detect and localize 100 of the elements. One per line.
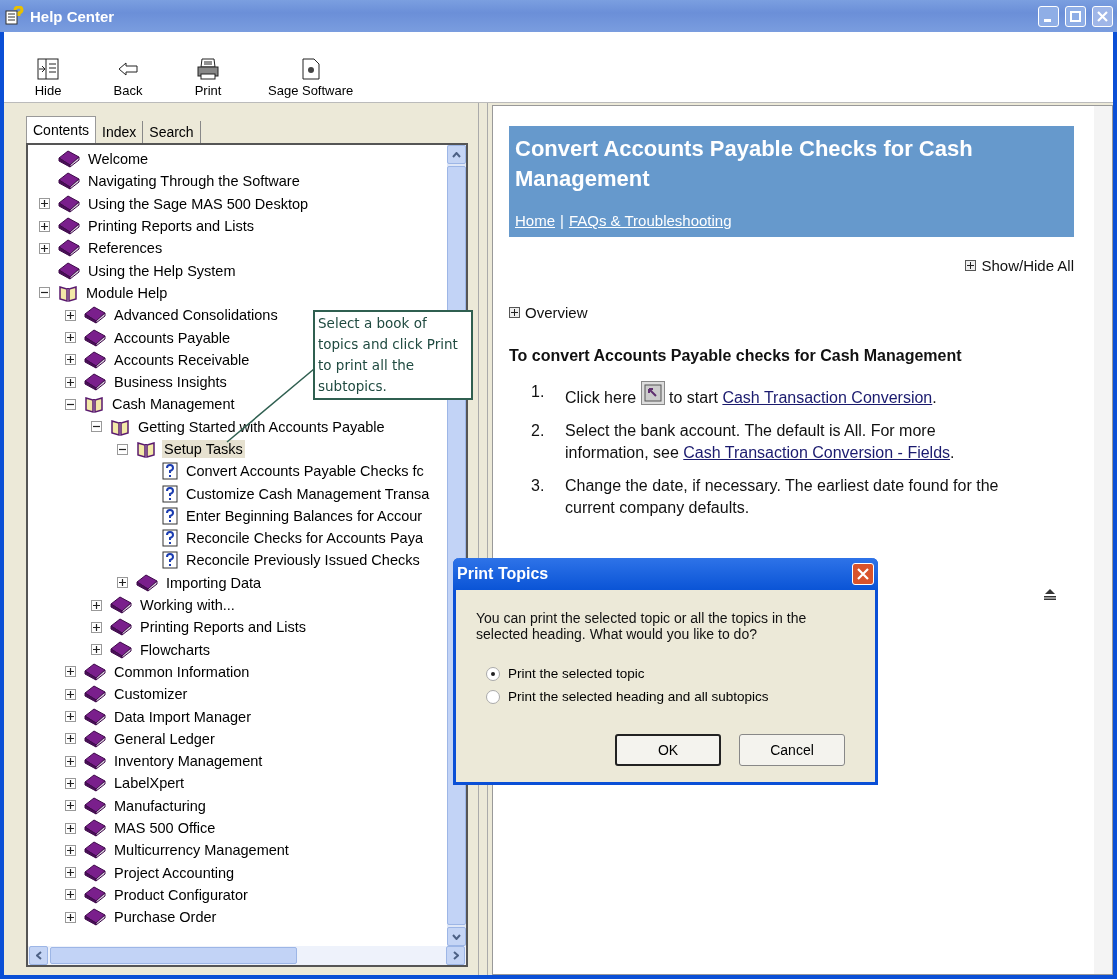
expand-icon[interactable] (65, 777, 76, 789)
expand-icon[interactable] (65, 309, 76, 321)
radio-option[interactable]: Print the selected topic (486, 666, 645, 681)
tree-item[interactable]: Using the Help System (86, 261, 238, 280)
tree-item[interactable]: Manufacturing (112, 796, 208, 815)
expand-icon[interactable] (65, 800, 76, 812)
expand-icon[interactable] (91, 644, 102, 656)
help-page-icon (162, 462, 178, 481)
document-icon (301, 58, 320, 80)
shortcut-button[interactable] (640, 381, 665, 405)
expand-icon[interactable] (65, 354, 76, 366)
expand-icon[interactable] (509, 307, 520, 318)
tree-item[interactable]: Module Help (84, 283, 170, 302)
tree-item[interactable]: Printing Reports and Lists (86, 217, 257, 236)
tree-item[interactable]: Common Information (112, 662, 252, 681)
tree-item[interactable]: Multicurrency Management (112, 841, 291, 860)
toolbar-button[interactable]: Sage Software (268, 58, 354, 98)
expand-icon[interactable] (65, 822, 76, 834)
expand-icon[interactable] (65, 666, 76, 678)
book-icon (58, 150, 80, 169)
tree-item[interactable]: Importing Data (164, 573, 264, 592)
collapse-icon[interactable] (65, 398, 76, 410)
toolbar-button[interactable]: Hide (28, 58, 68, 98)
collapse-icon[interactable] (117, 443, 128, 455)
dialog-button[interactable]: Cancel (739, 734, 845, 766)
expand-icon[interactable] (39, 198, 50, 210)
tree-item[interactable]: Project Accounting (112, 863, 237, 882)
collapse-icon[interactable] (91, 421, 102, 433)
open-book-icon (84, 395, 104, 414)
expand-icon[interactable] (39, 220, 50, 232)
toolbar-button[interactable]: Back (108, 58, 148, 98)
minimize-button[interactable] (1038, 5, 1059, 27)
tab[interactable]: Contents (26, 116, 97, 143)
scroll-left-icon[interactable] (35, 951, 42, 960)
tree-item[interactable]: Welcome (86, 150, 151, 169)
tree-item[interactable]: Working with... (138, 596, 237, 615)
tree-item[interactable]: Advanced Consolidations (112, 306, 280, 325)
tree-item[interactable]: MAS 500 Office (112, 819, 218, 838)
tree-item[interactable]: Product Configurator (112, 885, 250, 904)
expand-icon[interactable] (65, 844, 76, 856)
overview-link[interactable]: Overview (525, 304, 588, 321)
close-button[interactable] (852, 563, 874, 585)
expand-icon[interactable] (65, 911, 76, 923)
expand-icon[interactable] (65, 332, 76, 343)
scroll-up-icon[interactable] (452, 151, 461, 158)
expand-icon[interactable] (117, 577, 128, 589)
vertical-scrollbar[interactable] (1094, 106, 1112, 974)
collapse-all-icon[interactable] (1043, 588, 1057, 600)
expand-icon[interactable] (65, 889, 76, 901)
tree-item[interactable]: Reconcile Checks for Accounts Paya (184, 529, 425, 548)
expand-icon[interactable] (65, 867, 76, 879)
expand-icon[interactable] (65, 376, 76, 388)
toolbar-button[interactable]: Print (188, 58, 228, 98)
expand-icon[interactable] (65, 711, 76, 723)
tree-item[interactable]: Data Import Manager (112, 707, 253, 726)
show-hide-link[interactable]: Show/Hide All (981, 257, 1074, 274)
expand-icon[interactable] (91, 621, 102, 633)
collapse-icon[interactable] (39, 287, 50, 299)
tree-item[interactable]: Using the Sage MAS 500 Desktop (86, 194, 311, 213)
hide-pane-icon (37, 58, 59, 80)
dialog-button[interactable]: OK (615, 734, 721, 766)
expand-icon[interactable] (65, 733, 76, 745)
tree-item[interactable]: Accounts Receivable (112, 350, 252, 369)
help-page-icon (162, 551, 178, 570)
radio-button[interactable] (486, 689, 500, 704)
expand-icon[interactable] (91, 599, 102, 611)
tree-item[interactable]: Accounts Payable (112, 328, 233, 347)
tree-item[interactable]: References (86, 239, 165, 258)
expand-icon[interactable] (39, 242, 50, 254)
horizontal-scrollbar[interactable] (28, 946, 466, 965)
tree-item[interactable]: Navigating Through the Software (86, 172, 302, 191)
tree-item[interactable]: Setup Tasks (162, 440, 245, 458)
tree-item[interactable]: Inventory Management (112, 752, 265, 771)
tree-item[interactable]: Business Insights (112, 373, 229, 392)
tree-item[interactable]: Flowcharts (138, 640, 213, 659)
tree-item[interactable]: Enter Beginning Balances for Accour (184, 506, 425, 525)
minimize-icon (1043, 18, 1051, 22)
radio-option[interactable]: Print the selected heading and all subtopics (486, 689, 769, 704)
expand-icon[interactable] (65, 688, 76, 700)
tree-item[interactable]: Customize Cash Management Transa (184, 484, 432, 503)
maximize-button[interactable] (1065, 5, 1086, 27)
tree-item[interactable]: Convert Accounts Payable Checks fc (184, 462, 426, 481)
radio-button[interactable] (486, 666, 500, 681)
tree-item[interactable]: Printing Reports and Lists (138, 618, 309, 637)
tree-item[interactable]: Customizer (112, 685, 190, 704)
tree-item[interactable]: General Ledger (112, 729, 217, 748)
topic-link[interactable]: Cash Transaction Conversion (722, 389, 933, 406)
scroll-right-icon[interactable] (452, 951, 459, 960)
tree-item[interactable]: Reconcile Previously Issued Checks (184, 551, 422, 570)
help-page-icon (162, 529, 178, 548)
scroll-down-icon[interactable] (452, 933, 461, 940)
book-icon (110, 596, 132, 615)
book-icon (84, 685, 106, 704)
expand-icon[interactable] (965, 260, 977, 271)
tree-item[interactable]: Purchase Order (112, 908, 219, 927)
book-icon (84, 729, 106, 748)
expand-icon[interactable] (65, 755, 76, 767)
tree-item[interactable]: LabelXpert (112, 774, 187, 793)
close-button[interactable] (1092, 5, 1113, 27)
tree-item[interactable]: Cash Management (110, 395, 237, 414)
